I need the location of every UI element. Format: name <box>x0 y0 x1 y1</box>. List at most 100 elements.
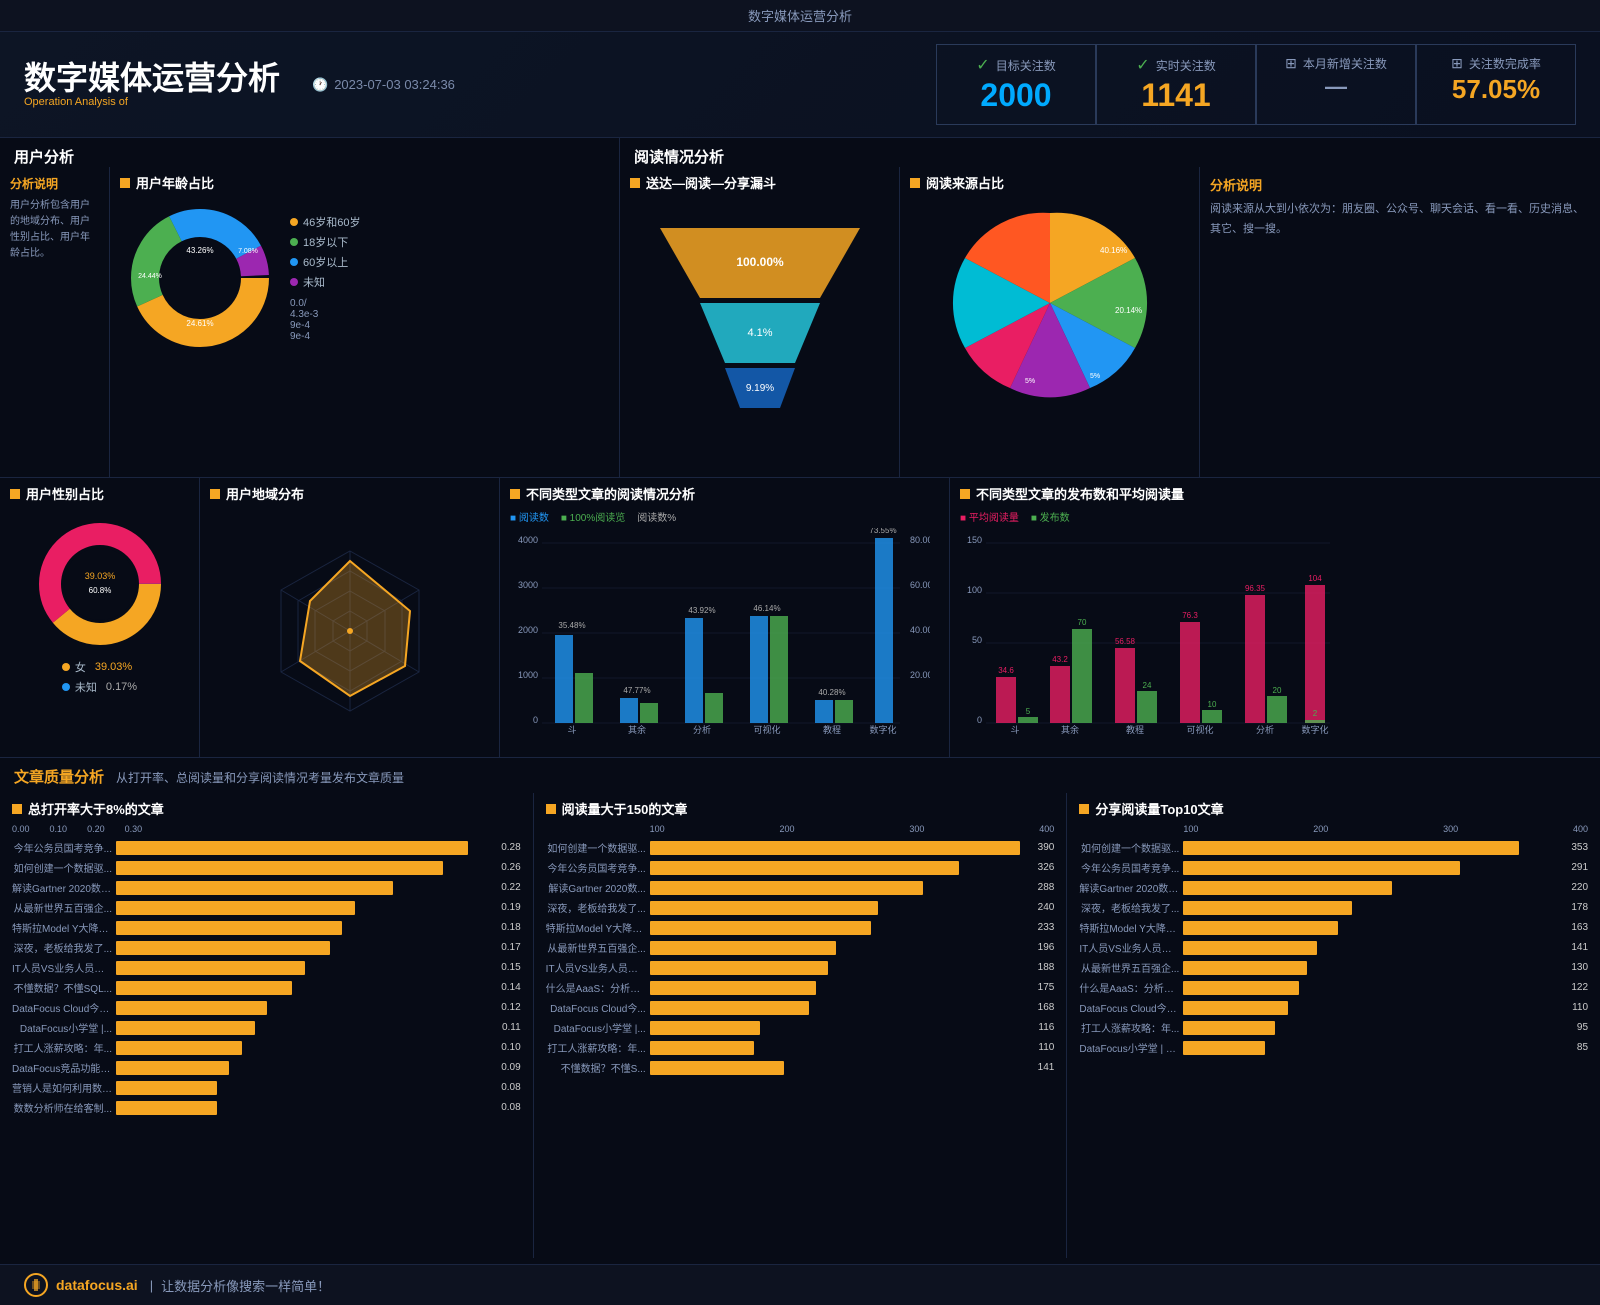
list-item: 打工人涨薪攻略：年...110 <box>546 1040 1055 1055</box>
list-item: 打工人涨薪攻略：年...95 <box>1079 1020 1588 1035</box>
article-quality-section: 文章质量分析 从打开率、总阅读量和分享阅读情况考量发布文章质量 总打开率大于8%… <box>0 758 1600 1264</box>
type-publish-title: 不同类型文章的发布数和平均阅读量 <box>960 484 1590 503</box>
stat-new-value: — <box>1285 74 1387 100</box>
user-analysis-content: 分析说明 用户分析包含用户的地域分布、用户性别占比、用户年龄占比。 用户年龄占比 <box>0 167 619 478</box>
svg-text:数字化: 数字化 <box>1301 724 1328 735</box>
list-item: 特斯拉Model Y大降价...0.18 <box>12 920 521 935</box>
svg-text:1000: 1000 <box>518 670 538 680</box>
legend-age3: 60岁以上 <box>290 254 360 270</box>
list-item: 不懂数据？不懂S...141 <box>546 1060 1055 1075</box>
reading-note-panel: 分析说明 阅读来源从大到小依次为：朋友圈、公众号、聊天会话、看一看、历史消息、其… <box>1200 167 1600 477</box>
gender-donut-svg: 39.03% 60.8% <box>25 509 175 659</box>
row1: 用户分析 分析说明 用户分析包含用户的地域分布、用户性别占比、用户年龄占比。 用… <box>0 138 1600 478</box>
open-rate-title: 总打开率大于8%的文章 <box>12 799 521 818</box>
svg-text:47.77%: 47.77% <box>623 686 650 695</box>
svg-text:70: 70 <box>1078 618 1087 627</box>
share-top10-panel: 分享阅读量Top10文章 100200300400 如何创建一个数据驱...35… <box>1067 793 1600 1258</box>
list-item: 特斯拉Model Y大降价...163 <box>1079 920 1588 935</box>
list-item: 深夜，老板给我发了...240 <box>546 900 1055 915</box>
svg-text:其余: 其余 <box>1061 724 1079 735</box>
svg-text:教程: 教程 <box>823 724 841 735</box>
svg-text:104: 104 <box>1308 574 1322 583</box>
svg-text:60.00%: 60.00% <box>910 580 930 590</box>
type-publish-legend: ■ 平均阅读量 ■ 发布数 <box>960 509 1590 524</box>
stat-realtime-followers: ✓ 实时关注数 1141 <box>1096 44 1256 125</box>
type-reading-title: 不同类型文章的阅读情况分析 <box>510 484 939 503</box>
svg-text:43.92%: 43.92% <box>688 606 715 615</box>
svg-text:可视化: 可视化 <box>1186 724 1213 735</box>
list-item: 特斯拉Model Y大降价...233 <box>546 920 1055 935</box>
user-section-title: 用户分析 <box>14 149 74 166</box>
article-section-header: 文章质量分析 从打开率、总阅读量和分享阅读情况考量发布文章质量 <box>0 758 1600 787</box>
svg-text:100.00%: 100.00% <box>736 255 784 269</box>
svg-text:2: 2 <box>1313 709 1318 718</box>
list-item: 深夜，老板给我发了...0.17 <box>12 940 521 955</box>
list-item: 如何创建一个数据驱...353 <box>1079 840 1588 855</box>
funnel-title: 送达—阅读—分享漏斗 <box>630 173 889 192</box>
list-item: IT人员VS业务人员辩...141 <box>1079 940 1588 955</box>
svg-text:其余: 其余 <box>628 724 646 735</box>
svg-text:24: 24 <box>1143 681 1152 690</box>
footer-slogan: 让数据分析像搜索一样简单！ <box>161 1276 330 1295</box>
reading-content: 送达—阅读—分享漏斗 100.00% 4.1% 9.19% <box>620 167 1600 477</box>
list-item: 打工人涨薪攻略：年...0.10 <box>12 1040 521 1055</box>
clock-icon: 🕐 <box>312 77 328 93</box>
header-title-block: 数字媒体运营分析 Operation Analysis of <box>24 61 280 108</box>
list-item: DataFocus竞品功能概...0.09 <box>12 1060 521 1075</box>
region-chart-panel: 用户地域分布 <box>200 478 500 757</box>
list-item: 如何创建一个数据驱...0.26 <box>12 860 521 875</box>
page-subtitle: Operation Analysis of <box>24 96 280 108</box>
svg-text:73.55%: 73.55% <box>869 528 896 535</box>
list-item: DataFocus小学堂 |...116 <box>546 1020 1055 1035</box>
svg-text:分析: 分析 <box>1256 724 1274 735</box>
svg-text:9.19%: 9.19% <box>745 383 773 394</box>
share-axis: 100200300400 <box>1079 824 1588 834</box>
svg-text:3000: 3000 <box>518 580 538 590</box>
list-item: 数数分析师在给客制...0.08 <box>12 1100 521 1115</box>
list-item: 解读Gartner 2020数据...0.22 <box>12 880 521 895</box>
datafocus-logo-icon <box>24 1273 48 1297</box>
svg-text:4000: 4000 <box>518 535 538 545</box>
age-donut-chart: 43.26% 24.44% 24.61% 7.08% <box>120 198 280 358</box>
type-publish-panel: 不同类型文章的发布数和平均阅读量 ■ 平均阅读量 ■ 发布数 150 100 5… <box>950 478 1600 757</box>
svg-text:60.8%: 60.8% <box>88 586 111 595</box>
svg-text:20: 20 <box>1273 686 1282 695</box>
age-stats: 0.0/ 4.3e-3 9e-4 9e-4 <box>290 298 360 342</box>
read-count-title: 阅读量大于150的文章 <box>546 799 1055 818</box>
stat-target-value: 2000 <box>965 77 1067 114</box>
stat-new-followers: ⊞ 本月新增关注数 — <box>1256 44 1416 125</box>
svg-text:50: 50 <box>972 635 982 645</box>
source-chart-panel: 阅读来源占比 <box>900 167 1200 477</box>
radar-wrap <box>210 509 489 752</box>
list-item: IT人员VS业务人员辩...188 <box>546 960 1055 975</box>
age-chart-content: 43.26% 24.44% 24.61% 7.08% 46岁和60岁 <box>120 198 609 358</box>
svg-text:斗: 斗 <box>1010 725 1019 735</box>
list-item: 从最新世界五百强企...196 <box>546 940 1055 955</box>
svg-text:150: 150 <box>967 535 982 545</box>
user-analysis-panel: 用户分析 分析说明 用户分析包含用户的地域分布、用户性别占比、用户年龄占比。 用… <box>0 138 620 477</box>
footer: datafocus.ai | 让数据分析像搜索一样简单！ <box>0 1264 1600 1305</box>
type-publish-svg: 150 100 50 0 斗 34.6 5 其余 43.2 <box>960 528 1340 738</box>
svg-text:2000: 2000 <box>518 625 538 635</box>
svg-text:46.14%: 46.14% <box>753 604 780 613</box>
svg-text:斗: 斗 <box>567 725 576 735</box>
article-section-sub: 从打开率、总阅读量和分享阅读情况考量发布文章质量 <box>116 769 404 786</box>
article-section-title: 文章质量分析 <box>14 766 104 787</box>
check-icon-2: ✓ <box>1136 55 1149 75</box>
list-item: 什么是AaaS：分析即...175 <box>546 980 1055 995</box>
svg-text:0: 0 <box>533 715 538 725</box>
legend-age1: 46岁和60岁 <box>290 214 360 230</box>
layers-icon-1: ⊞ <box>1285 55 1297 72</box>
gender-chart-panel: 用户性别占比 39.03% 60.8% 女 39.03% <box>0 478 200 757</box>
funnel-panel: 送达—阅读—分享漏斗 100.00% 4.1% 9.19% <box>620 167 900 477</box>
svg-text:教程: 教程 <box>1126 724 1144 735</box>
stat-completion-value: 57.05% <box>1445 74 1547 105</box>
user-note-text: 用户分析包含用户的地域分布、用户性别占比、用户年龄占比。 <box>10 198 99 262</box>
user-note-panel: 分析说明 用户分析包含用户的地域分布、用户性别占比、用户年龄占比。 <box>0 167 110 478</box>
footer-logo-text: datafocus.ai <box>56 1277 138 1293</box>
region-chart-title: 用户地域分布 <box>210 484 489 503</box>
share-top10-title: 分享阅读量Top10文章 <box>1079 799 1588 818</box>
list-item: 今年公务员国考竞争...0.28 <box>12 840 521 855</box>
svg-text:80.00%: 80.00% <box>910 535 930 545</box>
svg-text:96.35: 96.35 <box>1245 584 1266 593</box>
